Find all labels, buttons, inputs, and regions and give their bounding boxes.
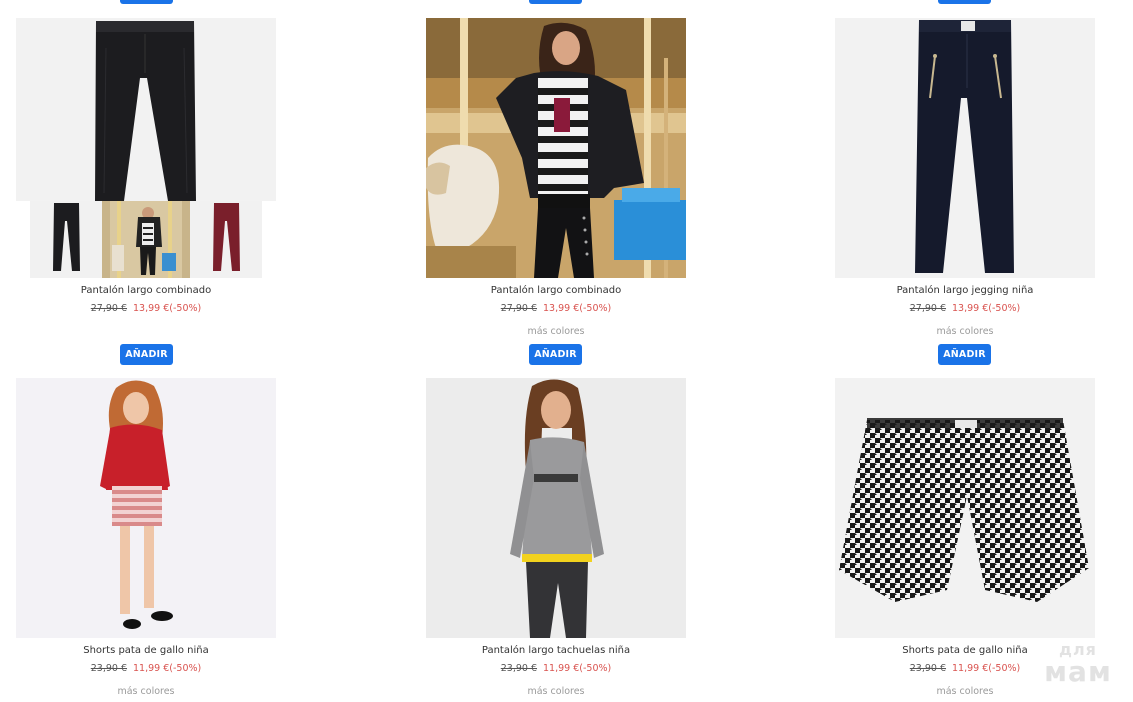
more-colors-link[interactable]: más colores <box>426 686 686 697</box>
product-name[interactable]: Pantalón largo combinado <box>426 285 686 296</box>
add-button-partial[interactable] <box>938 0 991 4</box>
sale-price: 11,99 €(-50%) <box>543 663 612 674</box>
product-prices: 23,90 € 11,99 €(-50%) <box>16 663 276 674</box>
product-image[interactable] <box>426 378 686 638</box>
product-card[interactable]: Pantalón largo tachuelas niña 23,90 € 11,… <box>426 378 686 697</box>
thumbnail-black[interactable] <box>30 201 102 278</box>
more-colors-link[interactable]: más colores <box>426 326 686 337</box>
product-image[interactable] <box>16 378 276 638</box>
old-price: 23,90 € <box>909 663 947 674</box>
old-price: 27,90 € <box>909 303 947 314</box>
old-price: 23,90 € <box>90 663 128 674</box>
product-prices: 27,90 € 13,99 €(-50%) <box>426 303 686 314</box>
product-prices: 27,90 € 13,99 €(-50%) <box>16 303 276 314</box>
product-image[interactable] <box>426 18 686 278</box>
product-prices: 27,90 € 13,99 €(-50%) <box>835 303 1095 314</box>
more-colors-link[interactable]: más colores <box>835 326 1095 337</box>
product-card[interactable]: Shorts pata de gallo niña 23,90 €11,99 €… <box>835 378 1095 697</box>
product-name[interactable]: Pantalón largo combinado <box>16 285 276 296</box>
product-card[interactable]: Pantalón largo combinado 27,90 € 13,99 €(… <box>16 18 276 365</box>
product-prices: 23,90 € 11,99 €(-50%) <box>426 663 686 674</box>
add-button-partial[interactable] <box>529 0 582 4</box>
sale-price: 11,99 €(-50%) <box>133 663 202 674</box>
sale-price: 13,99 €(-50%) <box>952 303 1021 314</box>
thumbnail-model[interactable] <box>102 201 190 278</box>
add-to-cart-button[interactable]: AÑADIR <box>938 344 991 365</box>
product-card[interactable]: Shorts pata de gallo niña 23,90 € 11,99 €… <box>16 378 276 697</box>
thumbnail-strip <box>16 201 276 278</box>
product-name[interactable]: Pantalón largo jegging niña <box>835 285 1095 296</box>
sale-price: 13,99 €(-50%) <box>543 303 612 314</box>
product-image[interactable] <box>835 18 1095 278</box>
product-name[interactable]: Shorts pata de gallo niña <box>16 645 276 656</box>
watermark-logo: для мам <box>1032 642 1124 686</box>
old-price: 23,90 € <box>500 663 538 674</box>
add-button-partial[interactable] <box>120 0 173 4</box>
product-card[interactable]: Pantalón largo jegging niña 27,90 € 13,99… <box>835 18 1095 365</box>
sale-price: 11,99 €(-50%) <box>952 663 1021 674</box>
watermark-line2: мам <box>1044 655 1112 688</box>
add-to-cart-button[interactable]: AÑADIR <box>120 344 173 365</box>
thumbnail-burgundy[interactable] <box>190 201 262 278</box>
old-price: 27,90 € <box>500 303 538 314</box>
add-to-cart-button[interactable]: AÑADIR <box>529 344 582 365</box>
more-colors-link[interactable]: más colores <box>16 686 276 697</box>
product-name[interactable]: Pantalón largo tachuelas niña <box>426 645 686 656</box>
product-image[interactable] <box>16 18 276 278</box>
product-image[interactable] <box>835 378 1095 638</box>
product-card[interactable]: Pantalón largo combinado 27,90 € 13,99 €(… <box>426 18 686 365</box>
sale-price: 13,99 €(-50%) <box>133 303 202 314</box>
old-price: 27,90 € <box>90 303 128 314</box>
